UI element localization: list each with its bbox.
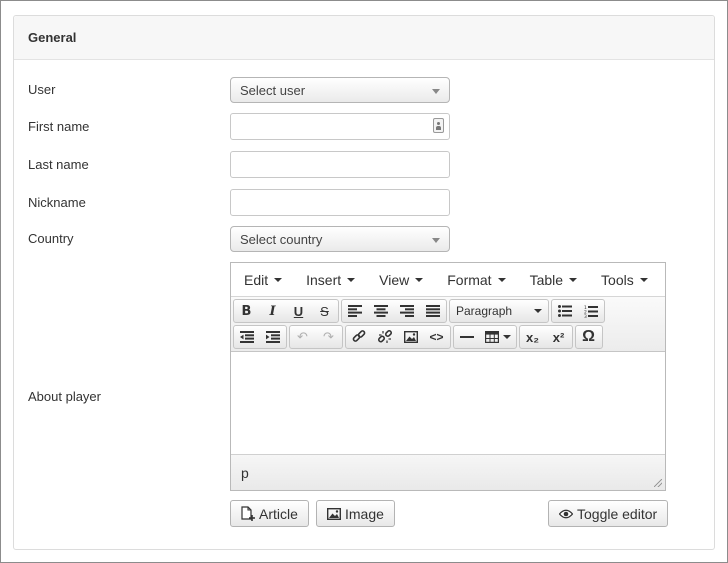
block-format-value: Paragraph xyxy=(456,304,513,318)
user-select[interactable]: Select user xyxy=(230,77,450,103)
outdent-icon[interactable] xyxy=(234,326,260,348)
chevron-down-icon xyxy=(432,238,440,243)
chevron-down-icon xyxy=(432,89,440,94)
user-label: User xyxy=(28,82,56,97)
indent-group xyxy=(233,325,287,349)
image-icon[interactable] xyxy=(398,326,424,348)
first-name-wrapper xyxy=(230,113,450,140)
menu-format-label: Format xyxy=(447,271,492,288)
file-add-icon xyxy=(241,506,255,521)
article-button-label: Article xyxy=(259,505,298,522)
caret-down-icon xyxy=(347,277,356,282)
caret-down-icon xyxy=(639,277,648,282)
align-right-icon[interactable] xyxy=(394,300,420,322)
superscript-icon[interactable]: x² xyxy=(546,326,572,348)
format-group: B I U S xyxy=(233,299,339,323)
bold-icon[interactable]: B xyxy=(234,300,260,322)
caret-down-icon xyxy=(274,277,283,282)
picture-icon xyxy=(327,507,341,520)
menu-insert-label: Insert xyxy=(306,271,342,288)
last-name-label: Last name xyxy=(28,157,89,172)
table-group xyxy=(453,325,517,349)
country-select[interactable]: Select country xyxy=(230,226,450,252)
toolbar-row-1: B I U S Paragraph 1 2 3 xyxy=(233,299,663,324)
link-icon[interactable] xyxy=(346,326,372,348)
menu-view[interactable]: View xyxy=(371,272,431,288)
insert-group: <> xyxy=(345,325,451,349)
block-format-select[interactable]: Paragraph xyxy=(450,300,548,322)
history-group: ↶ ↷ xyxy=(289,325,343,349)
rich-text-editor: Edit Insert View Format Table Tools B I … xyxy=(230,262,666,491)
list-group: 123 xyxy=(551,299,605,323)
caret-down-icon xyxy=(534,309,542,313)
bullet-list-icon[interactable] xyxy=(552,300,578,322)
eye-icon xyxy=(559,509,573,518)
script-group: x₂ x² xyxy=(519,325,573,349)
block-format-group: Paragraph xyxy=(449,299,549,323)
special-character-icon[interactable]: Ω xyxy=(576,326,602,348)
image-button-label: Image xyxy=(345,505,384,522)
editor-statusbar: p xyxy=(231,454,665,490)
numbered-list-icon[interactable]: 123 xyxy=(578,300,604,322)
menu-edit[interactable]: Edit xyxy=(236,272,290,288)
panel-heading: General xyxy=(14,16,714,60)
undo-icon[interactable]: ↶ xyxy=(290,326,316,348)
table-icon[interactable] xyxy=(480,326,516,348)
align-justify-icon[interactable] xyxy=(420,300,446,322)
caret-down-icon xyxy=(502,335,511,339)
svg-text:3: 3 xyxy=(584,314,587,318)
menu-table-label: Table xyxy=(529,271,564,288)
underline-icon[interactable]: U xyxy=(286,300,312,322)
caret-down-icon xyxy=(415,277,424,282)
nickname-input[interactable] xyxy=(230,189,450,216)
align-group xyxy=(341,299,447,323)
user-select-value: Select user xyxy=(240,83,306,98)
horizontal-rule-icon[interactable] xyxy=(454,326,480,348)
code-icon[interactable]: <> xyxy=(424,326,450,348)
toggle-editor-button[interactable]: Toggle editor xyxy=(548,500,669,527)
contact-card-icon[interactable] xyxy=(433,118,444,133)
editor-toolbar: B I U S Paragraph 1 2 3 ↶ ↷ <> x₂ x² Ω xyxy=(231,297,665,352)
about-player-label: About player xyxy=(28,389,101,404)
element-path[interactable]: p xyxy=(241,465,249,481)
align-left-icon[interactable] xyxy=(342,300,368,322)
caret-down-icon xyxy=(569,277,578,282)
caret-down-icon xyxy=(497,277,506,282)
first-name-input[interactable] xyxy=(230,113,450,140)
unlink-icon[interactable] xyxy=(372,326,398,348)
country-select-value: Select country xyxy=(240,232,323,247)
nickname-label: Nickname xyxy=(28,195,86,210)
toggle-editor-button-label: Toggle editor xyxy=(577,505,658,522)
menu-table[interactable]: Table xyxy=(522,272,585,288)
redo-icon[interactable]: ↷ xyxy=(316,326,342,348)
menu-insert[interactable]: Insert xyxy=(298,272,363,288)
editor-menubar: Edit Insert View Format Table Tools xyxy=(231,263,665,297)
window: General User Select user First name Last… xyxy=(0,0,728,563)
general-panel: General User Select user First name Last… xyxy=(13,15,715,550)
menu-tools[interactable]: Tools xyxy=(593,272,656,288)
subscript-icon[interactable]: x₂ xyxy=(520,326,546,348)
editor-content-area[interactable] xyxy=(231,352,665,452)
last-name-input[interactable] xyxy=(230,151,450,178)
align-center-icon[interactable] xyxy=(368,300,394,322)
resize-handle-icon[interactable] xyxy=(654,479,662,487)
country-label: Country xyxy=(28,231,74,246)
menu-tools-label: Tools xyxy=(601,271,634,288)
menu-edit-label: Edit xyxy=(244,271,269,288)
italic-icon[interactable]: I xyxy=(260,300,286,322)
article-button[interactable]: Article xyxy=(230,500,309,527)
menu-view-label: View xyxy=(379,271,410,288)
special-char-group: Ω xyxy=(575,325,603,349)
toolbar-row-2: ↶ ↷ <> x₂ x² Ω xyxy=(233,325,663,350)
indent-icon[interactable] xyxy=(260,326,286,348)
first-name-label: First name xyxy=(28,119,90,134)
image-button[interactable]: Image xyxy=(316,500,395,527)
menu-format[interactable]: Format xyxy=(439,272,513,288)
strikethrough-icon[interactable]: S xyxy=(312,300,338,322)
